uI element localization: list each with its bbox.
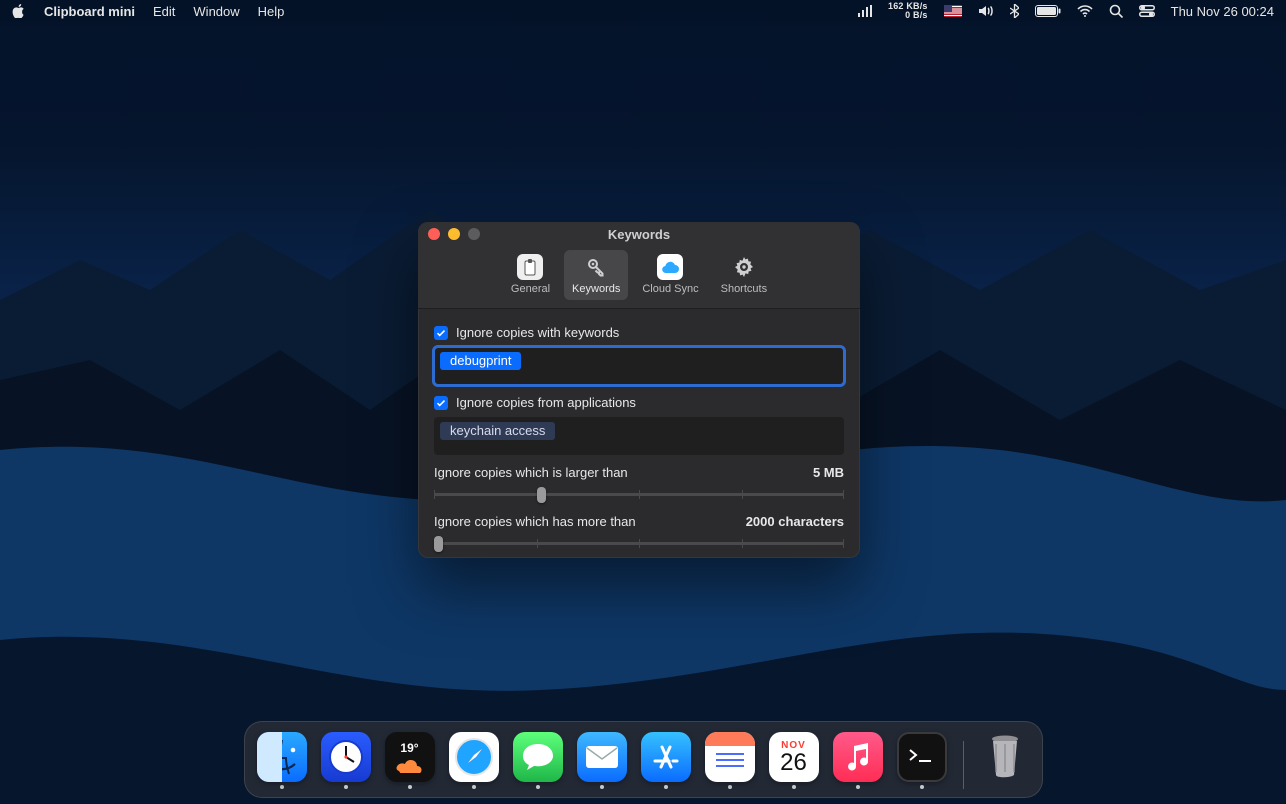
menu-edit[interactable]: Edit [153, 4, 175, 19]
mail-icon [577, 732, 627, 782]
dock: 19° [0, 721, 1286, 798]
tab-cloud-sync[interactable]: Cloud Sync [634, 250, 706, 300]
ignore-keywords-label: Ignore copies with keywords [456, 325, 619, 340]
gear-icon [731, 254, 757, 280]
keyword-token[interactable]: debugprint [440, 352, 521, 370]
tab-keywords[interactable]: Keywords [564, 250, 628, 300]
terminal-icon [897, 732, 947, 782]
clock-icon [321, 732, 371, 782]
wifi-icon[interactable] [1077, 5, 1093, 17]
check-icon [436, 398, 446, 408]
bluetooth-icon[interactable] [1010, 4, 1019, 18]
dock-app-calendar[interactable]: NOV 26 [769, 732, 819, 789]
char-limit-slider[interactable] [434, 533, 844, 553]
music-icon [833, 732, 883, 782]
control-center-icon[interactable] [1139, 5, 1155, 17]
notes-icon [705, 732, 755, 782]
apple-menu-icon[interactable] [12, 4, 26, 18]
dock-app-finder[interactable] [257, 732, 307, 789]
ignore-apps-label: Ignore copies from applications [456, 395, 636, 410]
menu-help[interactable]: Help [258, 4, 285, 19]
tab-label: Shortcuts [721, 283, 767, 295]
network-speed: 162 KB/s 0 B/s [888, 2, 928, 20]
dock-app-weather[interactable]: 19° [385, 732, 435, 789]
menu-clock[interactable]: Thu Nov 26 00:24 [1171, 4, 1274, 19]
ignore-apps-checkbox[interactable] [434, 396, 448, 410]
tab-shortcuts[interactable]: Shortcuts [713, 250, 775, 300]
size-limit-slider[interactable] [434, 484, 844, 504]
dock-app-messages[interactable] [513, 732, 563, 789]
dock-app-appstore[interactable] [641, 732, 691, 789]
window-titlebar[interactable]: Keywords [418, 222, 860, 246]
applications-token-field[interactable]: keychain access [434, 417, 844, 455]
calendar-icon: NOV 26 [769, 732, 819, 782]
finder-icon [257, 732, 307, 782]
dock-app-mail[interactable] [577, 732, 627, 789]
appstore-icon [641, 732, 691, 782]
weather-icon: 19° [385, 732, 435, 782]
tab-label: General [511, 283, 550, 295]
trash-icon [983, 730, 1027, 782]
window-title: Keywords [608, 227, 670, 242]
window-minimize-button[interactable] [448, 228, 460, 240]
volume-icon[interactable] [978, 5, 994, 17]
char-limit-label: Ignore copies which has more than [434, 514, 636, 529]
menu-bar: Clipboard mini Edit Window Help 162 KB/s… [0, 0, 1286, 22]
battery-icon[interactable] [1035, 5, 1061, 17]
input-source-flag-icon[interactable] [944, 5, 962, 17]
spotlight-icon[interactable] [1109, 4, 1123, 18]
network-activity-icon[interactable] [858, 5, 872, 17]
dock-app-safari[interactable] [449, 732, 499, 789]
key-icon [583, 254, 609, 280]
menu-window[interactable]: Window [193, 4, 239, 19]
preferences-window: Keywords General Keywords Cloud Sync [418, 222, 860, 558]
preferences-toolbar: General Keywords Cloud Sync Shortcuts [418, 246, 860, 309]
application-token[interactable]: keychain access [440, 422, 555, 440]
tab-label: Keywords [572, 283, 620, 295]
size-limit-value: 5 MB [813, 465, 844, 480]
char-limit-value: 2000 characters [746, 514, 844, 529]
dock-app-notes[interactable] [705, 732, 755, 789]
safari-icon [449, 732, 499, 782]
app-menu[interactable]: Clipboard mini [44, 4, 135, 19]
dock-trash[interactable] [980, 730, 1030, 789]
keywords-token-field[interactable]: debugprint [434, 347, 844, 385]
preferences-content: Ignore copies with keywords debugprint I… [418, 309, 860, 558]
dock-app-terminal[interactable] [897, 732, 947, 789]
check-icon [436, 328, 446, 338]
dock-app-clock[interactable] [321, 732, 371, 789]
tab-label: Cloud Sync [642, 283, 698, 295]
window-zoom-button [468, 228, 480, 240]
desktop: Clipboard mini Edit Window Help 162 KB/s… [0, 0, 1286, 804]
window-close-button[interactable] [428, 228, 440, 240]
tab-general[interactable]: General [503, 250, 558, 300]
size-limit-label: Ignore copies which is larger than [434, 465, 628, 480]
ignore-keywords-checkbox[interactable] [434, 326, 448, 340]
messages-icon [513, 732, 563, 782]
general-icon [517, 254, 543, 280]
dock-separator [963, 741, 964, 789]
cloud-icon [657, 254, 683, 280]
dock-app-music[interactable] [833, 732, 883, 789]
